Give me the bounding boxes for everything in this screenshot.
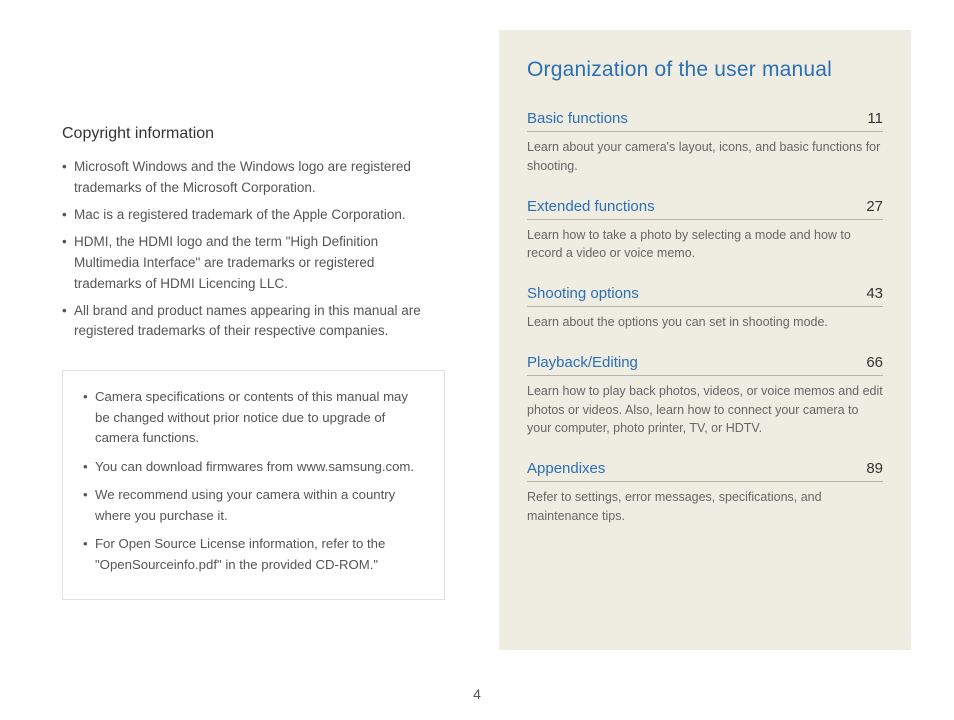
- toc-title: Organization of the user manual: [527, 58, 883, 82]
- list-item: Microsoft Windows and the Windows logo a…: [62, 157, 445, 199]
- list-item: Camera specifications or contents of thi…: [83, 387, 424, 448]
- page: Copyright information Microsoft Windows …: [0, 0, 954, 720]
- toc-section-desc: Learn how to play back photos, videos, o…: [527, 382, 883, 438]
- page-number: 4: [0, 686, 954, 702]
- toc-row[interactable]: Extended functions 27: [527, 198, 883, 220]
- toc-section-desc: Refer to settings, error messages, speci…: [527, 488, 883, 526]
- left-column: Copyright information Microsoft Windows …: [0, 0, 477, 720]
- toc-section-title: Playback/Editing: [527, 354, 638, 371]
- list-item: For Open Source License information, ref…: [83, 534, 424, 575]
- toc-row[interactable]: Appendixes 89: [527, 460, 883, 482]
- toc-section: Shooting options 43 Learn about the opti…: [527, 285, 883, 332]
- list-item: HDMI, the HDMI logo and the term "High D…: [62, 232, 445, 295]
- note-box: Camera specifications or contents of thi…: [62, 370, 445, 600]
- toc-row[interactable]: Playback/Editing 66: [527, 354, 883, 376]
- toc-section-desc: Learn about the options you can set in s…: [527, 313, 883, 332]
- list-item: Mac is a registered trademark of the App…: [62, 205, 445, 226]
- list-item: We recommend using your camera within a …: [83, 485, 424, 526]
- list-item: You can download firmwares from www.sams…: [83, 457, 424, 477]
- copyright-list: Microsoft Windows and the Windows logo a…: [62, 157, 445, 342]
- toc-section: Playback/Editing 66 Learn how to play ba…: [527, 354, 883, 438]
- toc-section-page: 89: [866, 460, 883, 477]
- toc-section-page: 66: [866, 354, 883, 371]
- right-column: Organization of the user manual Basic fu…: [477, 0, 954, 720]
- toc-section: Extended functions 27 Learn how to take …: [527, 198, 883, 264]
- toc-section: Basic functions 11 Learn about your came…: [527, 110, 883, 176]
- toc-row[interactable]: Shooting options 43: [527, 285, 883, 307]
- toc-section: Appendixes 89 Refer to settings, error m…: [527, 460, 883, 526]
- toc-section-page: 43: [866, 285, 883, 302]
- toc-section-title: Extended functions: [527, 198, 655, 215]
- toc-section-title: Appendixes: [527, 460, 605, 477]
- list-item: All brand and product names appearing in…: [62, 301, 445, 343]
- note-list: Camera specifications or contents of thi…: [83, 387, 424, 575]
- copyright-heading: Copyright information: [62, 125, 445, 143]
- toc-row[interactable]: Basic functions 11: [527, 110, 883, 132]
- toc-section-title: Basic functions: [527, 110, 628, 127]
- toc-section-page: 11: [867, 110, 883, 127]
- toc-section-title: Shooting options: [527, 285, 639, 302]
- toc-section-desc: Learn about your camera's layout, icons,…: [527, 138, 883, 176]
- toc-section-desc: Learn how to take a photo by selecting a…: [527, 226, 883, 264]
- toc-panel: Organization of the user manual Basic fu…: [499, 30, 911, 650]
- toc-section-page: 27: [866, 198, 883, 215]
